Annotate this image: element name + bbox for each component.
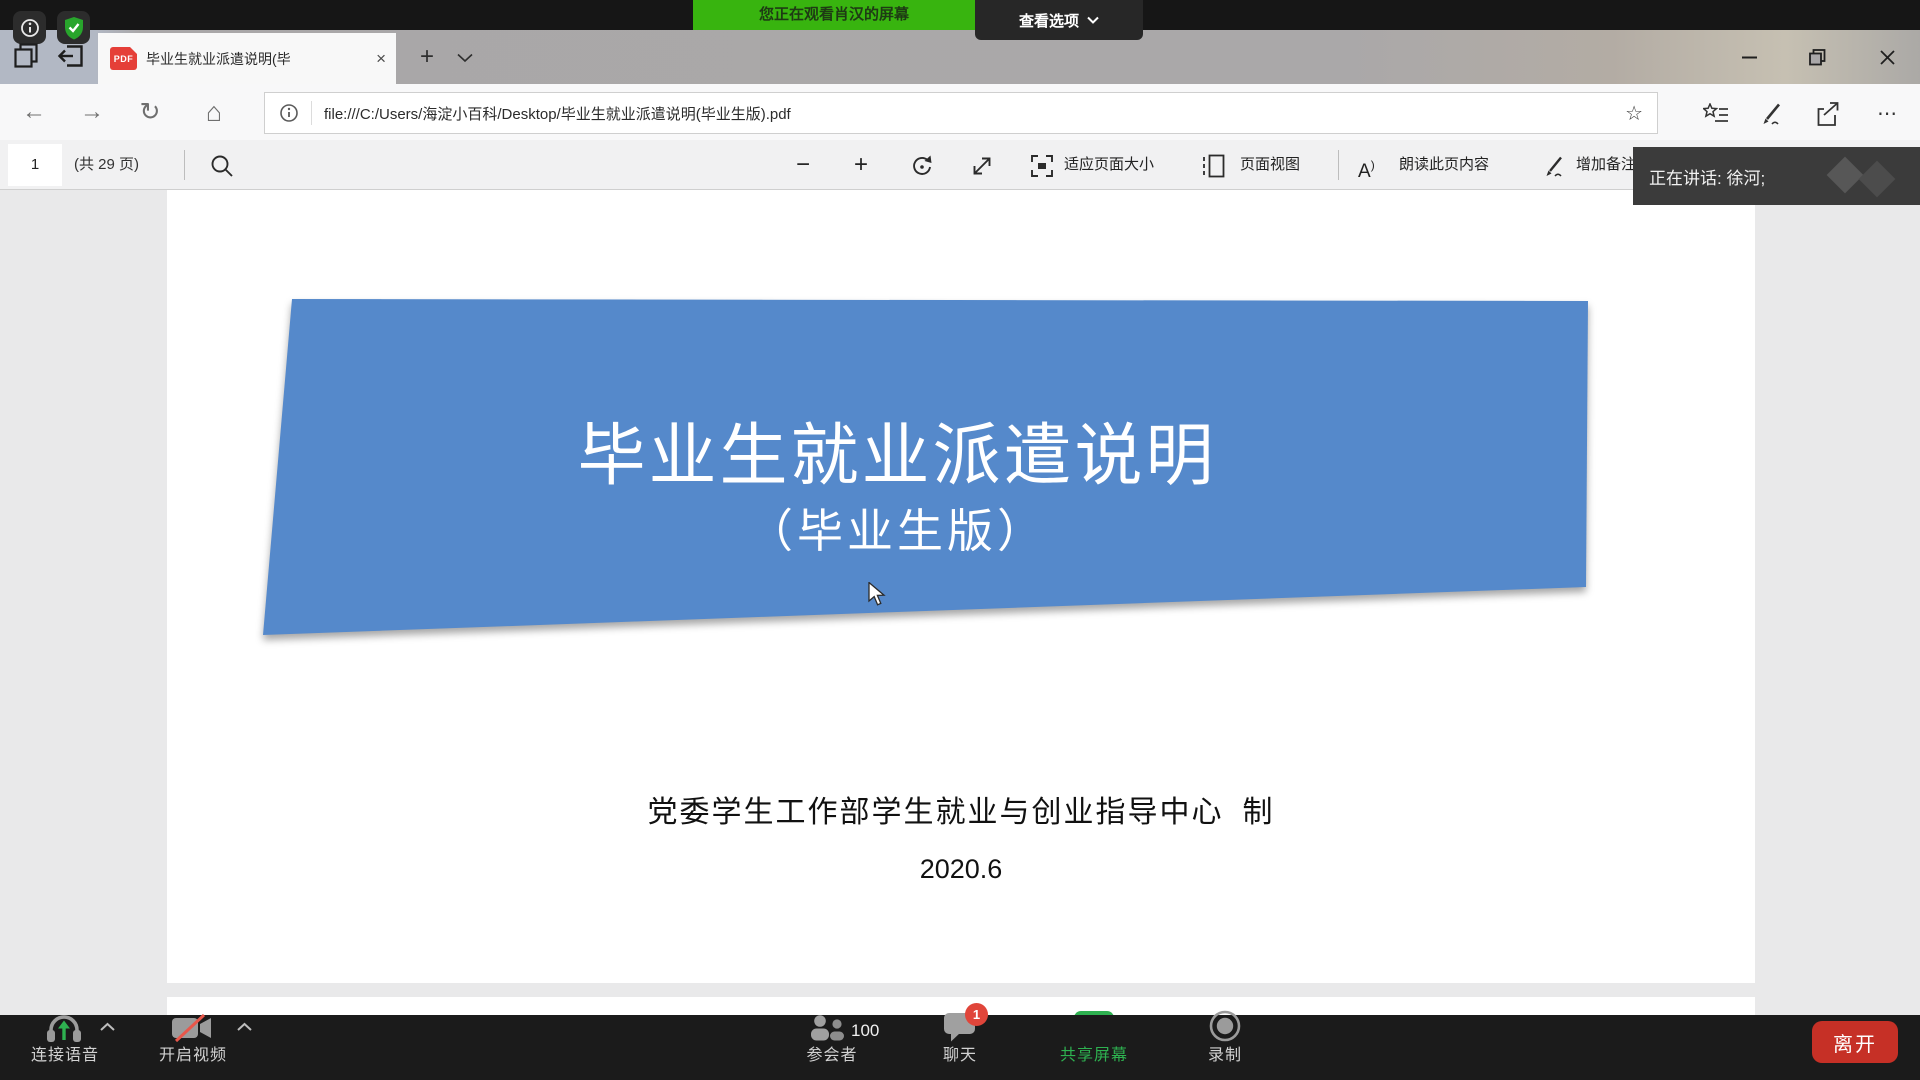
share-page-button[interactable] [1813,99,1843,129]
participants-label[interactable]: 参会者 [772,1046,892,1066]
slide-subtitle: （毕业生版） [292,502,1502,560]
page-number-input[interactable]: 1 [8,144,62,186]
duplicate-window-button[interactable] [14,43,40,73]
screen: 您正在观看肖汉的屏幕 查看选项 PDF [0,0,1920,1080]
expand-button[interactable] [968,152,996,180]
address-bar[interactable]: file:///C:/Users/海淀小百科/Desktop/毕业生就业派遣说明… [264,92,1658,134]
connect-audio-label[interactable]: 连接语音 [5,1046,125,1066]
forward-button[interactable]: → [77,96,107,128]
address-divider [311,101,312,125]
minimize-icon [1742,56,1757,59]
favorite-star-icon[interactable]: ☆ [1625,101,1643,126]
fit-frame-icon [1029,153,1055,179]
favorites-list-icon [1703,103,1729,125]
pen-icon [1541,153,1567,179]
mouse-cursor [868,582,890,608]
add-notes-label[interactable]: 增加备注 [1576,140,1636,190]
chat-unread-badge: 1 [965,1003,988,1026]
chevron-up-icon [99,1022,116,1032]
add-notes-button[interactable] [1540,152,1568,180]
participants-icon [809,1014,847,1042]
zoom-out-button[interactable]: − [789,151,817,179]
window-close-button[interactable] [1874,44,1900,70]
shield-check-icon [63,16,85,40]
share-icon [1815,101,1841,127]
info-icon [20,18,40,38]
back-button[interactable]: ← [19,96,49,128]
page-info-icon[interactable] [279,103,299,123]
pdf-file-icon: PDF [110,47,137,70]
toolbar-divider [1338,150,1339,180]
url-text[interactable]: file:///C:/Users/海淀小百科/Desktop/毕业生就业派遣说明… [324,103,1617,124]
search-button[interactable] [208,152,236,180]
participants-count: 100 [851,1021,879,1041]
record-button[interactable] [1208,1009,1242,1048]
tab-list-button[interactable] [456,50,474,68]
now-speaking-text: 正在讲话: 徐河; [1649,164,1765,189]
window-minimize-button[interactable] [1736,44,1762,70]
speaker-logo-diamond [1859,161,1896,198]
rotate-button[interactable] [908,152,936,180]
read-aloud-label[interactable]: 朗读此页内容 [1399,140,1489,190]
settings-more-button[interactable]: ⋯ [1872,99,1902,129]
new-tab-button[interactable]: + [412,42,442,72]
slide-date: 2020.6 [167,854,1755,885]
exit-annotation-button[interactable] [56,43,84,74]
headphones-icon [45,1012,83,1043]
tab-close-button[interactable]: × [376,50,386,67]
browser-tab[interactable]: PDF 毕业生就业派遣说明(毕 × [98,33,396,84]
rotate-icon [909,153,935,179]
fit-page-label[interactable]: 适应页面大小 [1064,140,1154,190]
page-view-icon [1201,153,1227,179]
page-count-label: (共 29 页) [74,140,139,190]
now-speaking-overlay: 正在讲话: 徐河; [1633,147,1920,205]
close-icon [1880,50,1895,65]
watching-screen-banner: 您正在观看肖汉的屏幕 [693,0,975,30]
zoom-in-button[interactable]: + [847,151,875,179]
refresh-button[interactable]: ↻ [135,96,165,128]
search-icon [209,153,235,179]
view-options-button[interactable]: 查看选项 [975,0,1143,40]
audio-options-chevron[interactable] [99,1019,116,1037]
chevron-up-icon [236,1022,253,1032]
security-badge-button[interactable] [57,11,90,44]
home-button[interactable]: ⌂ [199,96,229,128]
pdf-badge-label: PDF [114,54,134,64]
tab-title: 毕业生就业派遣说明(毕 [146,49,358,69]
ink-notes-button[interactable] [1757,99,1787,129]
view-options-label: 查看选项 [1019,10,1079,31]
window-restore-button[interactable] [1804,44,1830,70]
record-label[interactable]: 录制 [1165,1046,1285,1066]
pdf-viewport[interactable]: 毕业生就业派遣说明 （毕业生版） 党委学生工作部学生就业与创业指导中心 制 20… [0,190,1920,1015]
connect-audio-button[interactable] [45,1012,83,1048]
start-video-button[interactable] [171,1013,213,1048]
pen-icon [1759,101,1785,127]
share-screen-label[interactable]: 共享屏幕 [1034,1046,1154,1066]
slide-credit-line: 党委学生工作部学生就业与创业指导中心 制 [167,787,1755,831]
record-icon [1208,1009,1242,1043]
speaker-logo-diamond [1827,157,1864,194]
duplicate-pages-icon [14,43,40,68]
favorites-list-button[interactable] [1701,99,1731,129]
chevron-down-icon [1087,16,1099,24]
video-options-chevron[interactable] [236,1019,253,1037]
leave-meeting-button[interactable]: 离开 [1812,1021,1898,1063]
info-badge-button[interactable] [13,11,46,44]
diagonal-resize-icon [970,154,994,178]
chat-label[interactable]: 聊天 [900,1046,1020,1066]
participants-button[interactable] [809,1014,847,1047]
restore-icon [1809,49,1826,66]
video-camera-off-icon [171,1013,213,1043]
chevron-down-icon [456,53,474,63]
toolbar-divider [184,150,185,180]
fit-page-button[interactable] [1028,152,1056,180]
start-video-label[interactable]: 开启视频 [133,1046,253,1066]
exit-arrow-icon [56,43,84,69]
slide-title: 毕业生就业派遣说明 [292,415,1502,497]
read-aloud-icon[interactable]: A) [1358,140,1375,190]
page-view-button[interactable] [1200,152,1228,180]
page-view-label[interactable]: 页面视图 [1240,140,1300,190]
